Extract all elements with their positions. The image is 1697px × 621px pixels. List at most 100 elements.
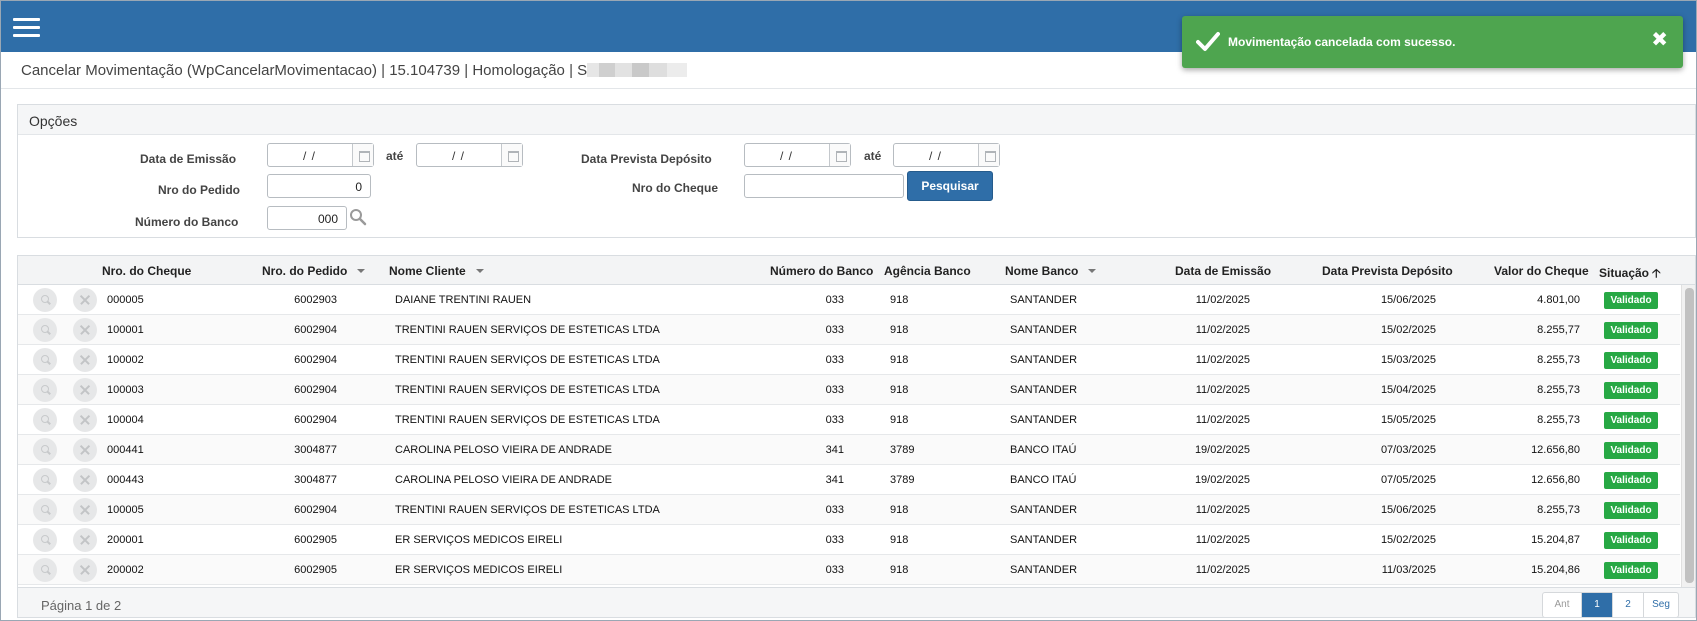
col-numero-banco[interactable]: Número do Banco xyxy=(770,264,873,278)
col-data-emissao[interactable]: Data de Emissão xyxy=(1175,264,1271,278)
sort-down-icon[interactable] xyxy=(357,269,366,273)
calendar-icon[interactable] xyxy=(352,144,373,166)
cell-agencia-banco: 918 xyxy=(890,384,909,396)
prev-page-button[interactable]: Ant xyxy=(1543,593,1581,617)
calendar-icon[interactable] xyxy=(829,144,850,166)
search-icon[interactable] xyxy=(349,208,367,226)
cancel-icon[interactable] xyxy=(73,558,97,582)
nro-pedido-input[interactable]: 0 xyxy=(267,174,371,198)
cell-numero-banco: 033 xyxy=(825,564,844,576)
page-2-button[interactable]: 2 xyxy=(1612,593,1643,617)
table-row[interactable]: 000443 3004877 CAROLINA PELOSO VIEIRA DE A… xyxy=(18,465,1680,495)
status-badge: Validado xyxy=(1604,532,1658,549)
col-nro-pedido[interactable]: Nro. do Pedido xyxy=(262,264,366,278)
page-1-button[interactable]: 1 xyxy=(1581,593,1612,617)
view-icon[interactable] xyxy=(33,528,57,552)
col-nro-cheque[interactable]: Nro. do Cheque xyxy=(102,264,191,278)
cell-valor-cheque: 8.255,73 xyxy=(1537,354,1580,366)
cell-data-prevista: 07/05/2025 xyxy=(1380,474,1436,486)
cell-data-prevista: 15/06/2025 xyxy=(1380,294,1436,306)
sort-down-icon[interactable] xyxy=(475,269,484,273)
view-icon[interactable] xyxy=(33,558,57,582)
page-info: Página 1 de 2 xyxy=(41,598,122,613)
table-row[interactable]: 100004 6002904 TRENTINI RAUEN SERVIÇOS DE … xyxy=(18,405,1680,435)
view-icon[interactable] xyxy=(33,378,57,402)
view-icon[interactable] xyxy=(33,348,57,372)
col-agencia-banco[interactable]: Agência Banco xyxy=(884,264,971,278)
table-row[interactable]: 100005 6002904 TRENTINI RAUEN SERVIÇOS DE … xyxy=(18,495,1680,525)
table-row[interactable]: 100002 6002904 TRENTINI RAUEN SERVIÇOS DE … xyxy=(18,345,1680,375)
cancel-icon[interactable] xyxy=(73,498,97,522)
numero-banco-input[interactable]: 000 xyxy=(267,206,347,230)
cell-nome-cliente: DAIANE TRENTINI RAUEN xyxy=(395,294,532,306)
cell-agencia-banco: 3789 xyxy=(890,444,915,456)
cell-nro-cheque: 100003 xyxy=(107,384,144,396)
data-emissao-de-field[interactable]: / / xyxy=(267,143,374,167)
close-icon[interactable]: ✖ xyxy=(1651,30,1668,50)
cancel-icon[interactable] xyxy=(73,288,97,312)
cancel-icon[interactable] xyxy=(73,468,97,492)
data-prevista-ate-field[interactable]: / / xyxy=(893,143,1000,167)
table-row[interactable]: 100003 6002904 TRENTINI RAUEN SERVIÇOS DE … xyxy=(18,375,1680,405)
cell-nome-banco: SANTANDER xyxy=(1010,354,1078,366)
cell-valor-cheque: 15.204,87 xyxy=(1531,534,1580,546)
col-data-prevista[interactable]: Data Prevista Depósito xyxy=(1322,264,1453,278)
menu-icon[interactable] xyxy=(13,18,40,38)
cancel-icon[interactable] xyxy=(73,378,97,402)
calendar-icon[interactable] xyxy=(501,144,522,166)
cell-nome-banco: SANTANDER xyxy=(1010,564,1078,576)
nro-pedido-label: Nro do Pedido xyxy=(158,183,240,197)
cell-nro-cheque: 100002 xyxy=(107,354,144,366)
page-title: Cancelar Movimentação (WpCancelarMovimen… xyxy=(21,62,688,79)
col-nome-cliente[interactable]: Nome Cliente xyxy=(389,264,484,278)
cancel-icon[interactable] xyxy=(73,528,97,552)
sort-down-icon[interactable] xyxy=(1088,269,1097,273)
cell-valor-cheque: 4.801,00 xyxy=(1537,294,1580,306)
status-badge: Validado xyxy=(1604,472,1658,489)
cell-nome-cliente: TRENTINI RAUEN SERVIÇOS DE ESTETICAS LTD… xyxy=(395,324,660,336)
cancel-icon[interactable] xyxy=(73,438,97,462)
cell-nro-pedido: 6002904 xyxy=(294,384,337,396)
next-page-button[interactable]: Seg xyxy=(1643,593,1678,617)
pagination: Ant 1 2 Seg xyxy=(1542,592,1679,617)
table-row[interactable]: 100001 6002904 TRENTINI RAUEN SERVIÇOS DE … xyxy=(18,315,1680,345)
view-icon[interactable] xyxy=(33,468,57,492)
scrollbar-thumb[interactable] xyxy=(1685,288,1694,583)
col-nome-banco[interactable]: Nome Banco xyxy=(1005,264,1097,278)
table-row[interactable]: 200001 6002905 ER SERVIÇOS MEDICOS EIRELI 0… xyxy=(18,525,1680,555)
sort-up-icon[interactable]: 🡡 xyxy=(1652,264,1661,285)
view-icon[interactable] xyxy=(33,408,57,432)
scrollbar[interactable] xyxy=(1681,285,1695,588)
table-row[interactable]: 000005 6002903 DAIANE TRENTINI RAUEN 033 918… xyxy=(18,285,1680,315)
table-row[interactable]: 200002 6002905 ER SERVIÇOS MEDICOS EIRELI 0… xyxy=(18,555,1680,585)
cancel-icon[interactable] xyxy=(73,408,97,432)
data-prevista-de-field[interactable]: / / xyxy=(744,143,851,167)
cancel-icon[interactable] xyxy=(73,318,97,342)
col-valor-cheque[interactable]: Valor do Cheque xyxy=(1494,264,1589,278)
cell-numero-banco: 033 xyxy=(825,504,844,516)
cell-valor-cheque: 12.656,80 xyxy=(1531,444,1580,456)
view-icon[interactable] xyxy=(33,288,57,312)
calendar-icon[interactable] xyxy=(978,144,999,166)
view-icon[interactable] xyxy=(33,498,57,522)
cell-nro-pedido: 3004877 xyxy=(294,444,337,456)
nro-cheque-input[interactable] xyxy=(744,174,904,198)
pesquisar-button[interactable]: Pesquisar xyxy=(907,171,993,201)
cell-nro-cheque: 000441 xyxy=(107,444,144,456)
cell-nro-pedido: 6002904 xyxy=(294,324,337,336)
cancel-icon[interactable] xyxy=(73,348,97,372)
page-header: Cancelar Movimentação (WpCancelarMovimen… xyxy=(1,52,1696,89)
status-badge: Validado xyxy=(1604,292,1658,309)
view-icon[interactable] xyxy=(33,438,57,462)
data-emissao-ate-field[interactable]: / / xyxy=(416,143,523,167)
cell-numero-banco: 341 xyxy=(825,444,844,456)
status-badge: Validado xyxy=(1604,322,1658,339)
status-badge: Validado xyxy=(1604,562,1658,579)
view-icon[interactable] xyxy=(33,318,57,342)
cell-agencia-banco: 3789 xyxy=(890,474,915,486)
table-row[interactable]: 000441 3004877 CAROLINA PELOSO VIEIRA DE A… xyxy=(18,435,1680,465)
cell-data-prevista: 15/05/2025 xyxy=(1380,414,1436,426)
col-situacao[interactable]: Situação 🡡 xyxy=(1599,264,1661,285)
cell-data-emissao: 19/02/2025 xyxy=(1194,474,1250,486)
cheques-grid: Nro. do Cheque Nro. do Pedido Nome Clien… xyxy=(17,255,1696,618)
